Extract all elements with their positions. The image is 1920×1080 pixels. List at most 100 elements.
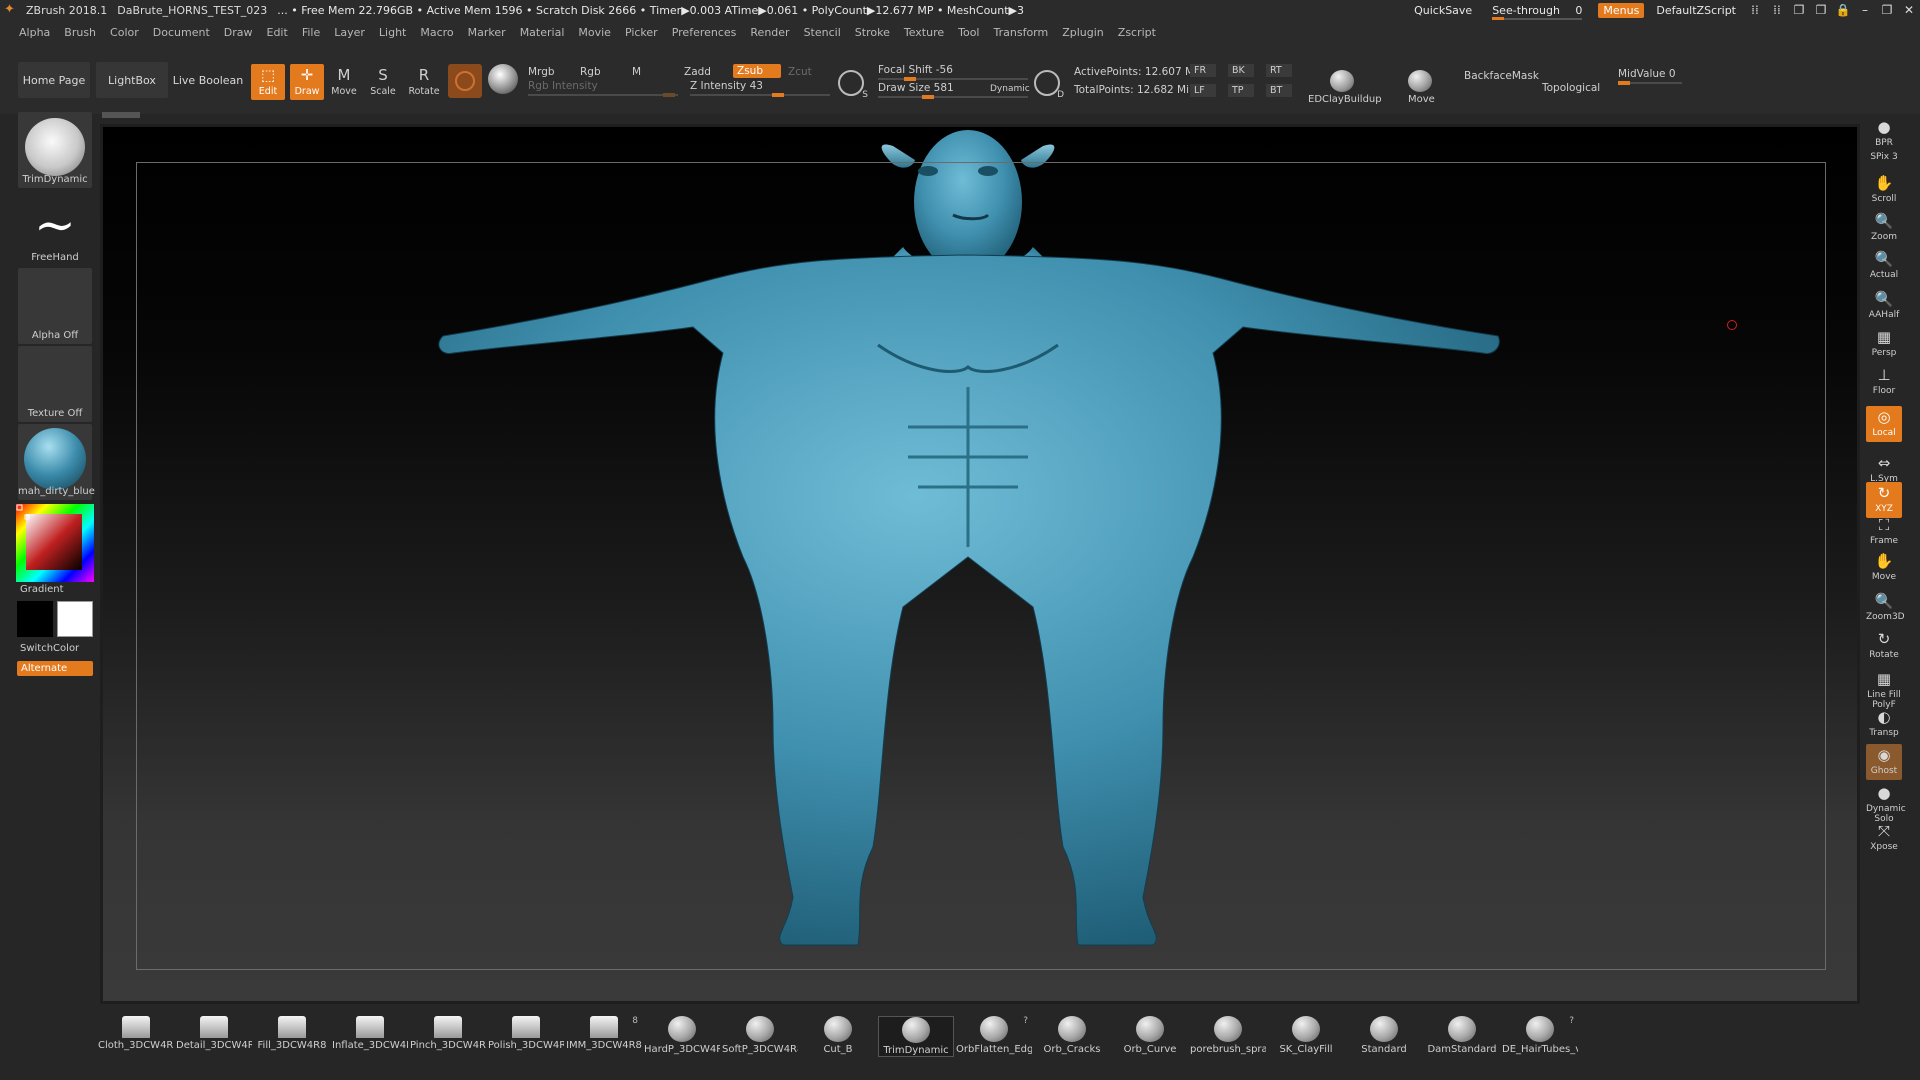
home-page-button[interactable]: Home Page [18,62,90,98]
focal-s-icon[interactable]: S [838,70,868,100]
alternate-button[interactable]: Alternate [17,661,93,676]
lock-icon[interactable]: 🔒 [1832,3,1854,17]
midvalue-knob[interactable] [1618,81,1630,85]
menu-edit[interactable]: Edit [267,26,288,39]
menu-layer[interactable]: Layer [334,26,365,39]
layout-icon[interactable]: ⁞⁞ [1744,3,1766,17]
ghost-button[interactable]: ◉ Ghost [1866,744,1902,780]
draw-size-knob[interactable] [922,95,934,99]
rgb-intensity-knob[interactable] [663,93,675,97]
canvas-tab-grip[interactable] [102,112,140,118]
brush-slot-fill-3dcw4r8[interactable]: Fill_3DCW4R8 [254,1016,330,1051]
dynamic-solo-button[interactable]: ● Dynamic Solo [1866,782,1906,824]
rotate-tool-button[interactable]: R Rotate [407,64,441,100]
brush-slot-orb-curve[interactable]: Orb_Curve [1112,1016,1188,1055]
view-fr-button[interactable]: FR [1190,64,1216,77]
menu-brush[interactable]: Brush [64,26,96,39]
brush-slot-sk-clayfill[interactable]: SK_ClayFill [1268,1016,1344,1055]
minimize-icon[interactable]: – [1854,3,1876,17]
edclay-brush-button[interactable]: EDClayBuildup [1308,94,1382,105]
edclay-brush-icon[interactable] [1330,70,1354,92]
draw-tool-button[interactable]: ✛ Draw [290,64,324,100]
view-rt-button[interactable]: RT [1266,64,1292,77]
view-tp-button[interactable]: TP [1228,84,1254,97]
edit-tool-button[interactable]: ⬚ Edit [251,64,285,100]
live-boolean-button[interactable]: Live Boolean [172,62,244,98]
brush-slot-imm-3dcw4r8[interactable]: IMM_3DCW4R8 8 [566,1016,642,1051]
brush-slot-pinch-3dcw4r8[interactable]: Pinch_3DCW4R8 [410,1016,486,1051]
brush-slot-softp-3dcw4r8[interactable]: SoftP_3DCW4R8 [722,1016,798,1055]
move-button[interactable]: ✋ Move [1866,550,1902,586]
menu-marker[interactable]: Marker [468,26,506,39]
brush-slot-cut-b[interactable]: Cut_B [800,1016,876,1055]
midvalue-slider[interactable]: MidValue 0 [1618,68,1682,85]
close-icon[interactable]: ✕ [1898,3,1920,17]
xyz-button[interactable]: ↻ XYZ [1866,482,1902,518]
bpr-button[interactable]: ● BPR [1866,116,1902,152]
secondary-color-swatch[interactable] [57,601,93,637]
rgb-button[interactable]: Rgb [580,66,601,78]
brush-slot-hardp-3dcw4r8[interactable]: HardP_3DCW4R8 [644,1016,720,1055]
scroll-button[interactable]: ✋ Scroll [1866,172,1902,208]
actual-button[interactable]: 🔍 Actual [1866,248,1902,284]
backface-mask-button[interactable]: BackfaceMask [1464,70,1539,82]
focal-d-icon[interactable]: D [1034,70,1064,100]
brush-slot-cloth-3dcw4r8[interactable]: Cloth_3DCW4R8 [98,1016,174,1051]
aahalf-button[interactable]: 🔍 AAHalf [1866,288,1902,324]
topological-button[interactable]: Topological [1542,82,1600,94]
see-through-slider[interactable]: See-through 0 [1492,4,1582,21]
menu-preferences[interactable]: Preferences [672,26,737,39]
menu-texture[interactable]: Texture [904,26,944,39]
brush-slot-porebrush-spray[interactable]: porebrush_spray [1190,1016,1266,1055]
brush-slot-inflate-3dcw4r8[interactable]: Inflate_3DCW4R8 [332,1016,408,1051]
primary-color-swatch[interactable] [17,601,53,637]
dynamic-toggle[interactable]: Dynamic [990,84,1030,94]
brush-slot-polish-3dcw4r8[interactable]: Polish_3DCW4R8 [488,1016,564,1051]
default-zscript-button[interactable]: DefaultZScript [1656,4,1736,17]
zoom3d-button[interactable]: 🔍 Zoom3D [1866,590,1905,626]
rgb-intensity-slider[interactable]: Rgb Intensity [528,80,678,97]
local-button[interactable]: ◎ Local [1866,406,1902,442]
menu-material[interactable]: Material [520,26,565,39]
maximize-icon[interactable]: ❐ [1876,3,1898,17]
menu-file[interactable]: File [302,26,320,39]
gradient-toggle[interactable]: Gradient [20,584,64,595]
menu-picker[interactable]: Picker [625,26,658,39]
brush-slot-standard[interactable]: Standard [1346,1016,1422,1055]
z-intensity-knob[interactable] [772,93,784,97]
spix-3-button[interactable]: SPix 3 [1866,148,1902,166]
rotate-button[interactable]: ↻ Rotate [1866,628,1902,664]
view-bk-button[interactable]: BK [1228,64,1254,77]
menu-stencil[interactable]: Stencil [804,26,841,39]
zsub-button[interactable]: Zsub [733,64,781,78]
quicksave-button[interactable]: QuickSave [1414,4,1472,17]
color-picker[interactable] [16,504,94,582]
menu-render[interactable]: Render [750,26,789,39]
menu-document[interactable]: Document [153,26,210,39]
menu-draw[interactable]: Draw [224,26,253,39]
z-intensity-slider[interactable]: Z Intensity 43 [690,80,830,97]
focal-shift-knob[interactable] [904,77,916,81]
zcut-button[interactable]: Zcut [788,66,812,78]
material-sphere-icon[interactable] [488,64,518,94]
move-brush-button[interactable]: Move [1408,94,1435,105]
line-fill-polyf-button[interactable]: ▦ Line Fill PolyF [1866,668,1902,710]
persp-button[interactable]: ▦ Persp [1866,326,1902,362]
lightbox-button[interactable]: LightBox [96,62,168,98]
move-tool-button[interactable]: M Move [327,64,361,100]
floor-button[interactable]: ⊥ Floor [1866,364,1902,400]
windows-alt-icon[interactable]: ❐ [1810,3,1832,17]
windows-icon[interactable]: ❐ [1788,3,1810,17]
mrgb-button[interactable]: Mrgb [528,66,555,78]
brush-slot-de-hairtubes-v[interactable]: DE_HairTubes_v? [1502,1016,1578,1055]
menu-zplugin[interactable]: Zplugin [1062,26,1104,39]
menu-movie[interactable]: Movie [578,26,611,39]
draw-size-slider[interactable]: Draw Size 581 Dynamic [878,82,1030,99]
focal-shift-slider[interactable]: Focal Shift -56 [878,64,1028,81]
transp-button[interactable]: ◐ Transp [1866,706,1902,742]
view-bt-button[interactable]: BT [1266,84,1292,97]
brush-slot-orbflatten-edge[interactable]: OrbFlatten_Edge? [956,1016,1032,1055]
menu-transform[interactable]: Transform [994,26,1049,39]
menu-zscript[interactable]: Zscript [1118,26,1156,39]
brush-slot-orb-cracks[interactable]: Orb_Cracks [1034,1016,1110,1055]
